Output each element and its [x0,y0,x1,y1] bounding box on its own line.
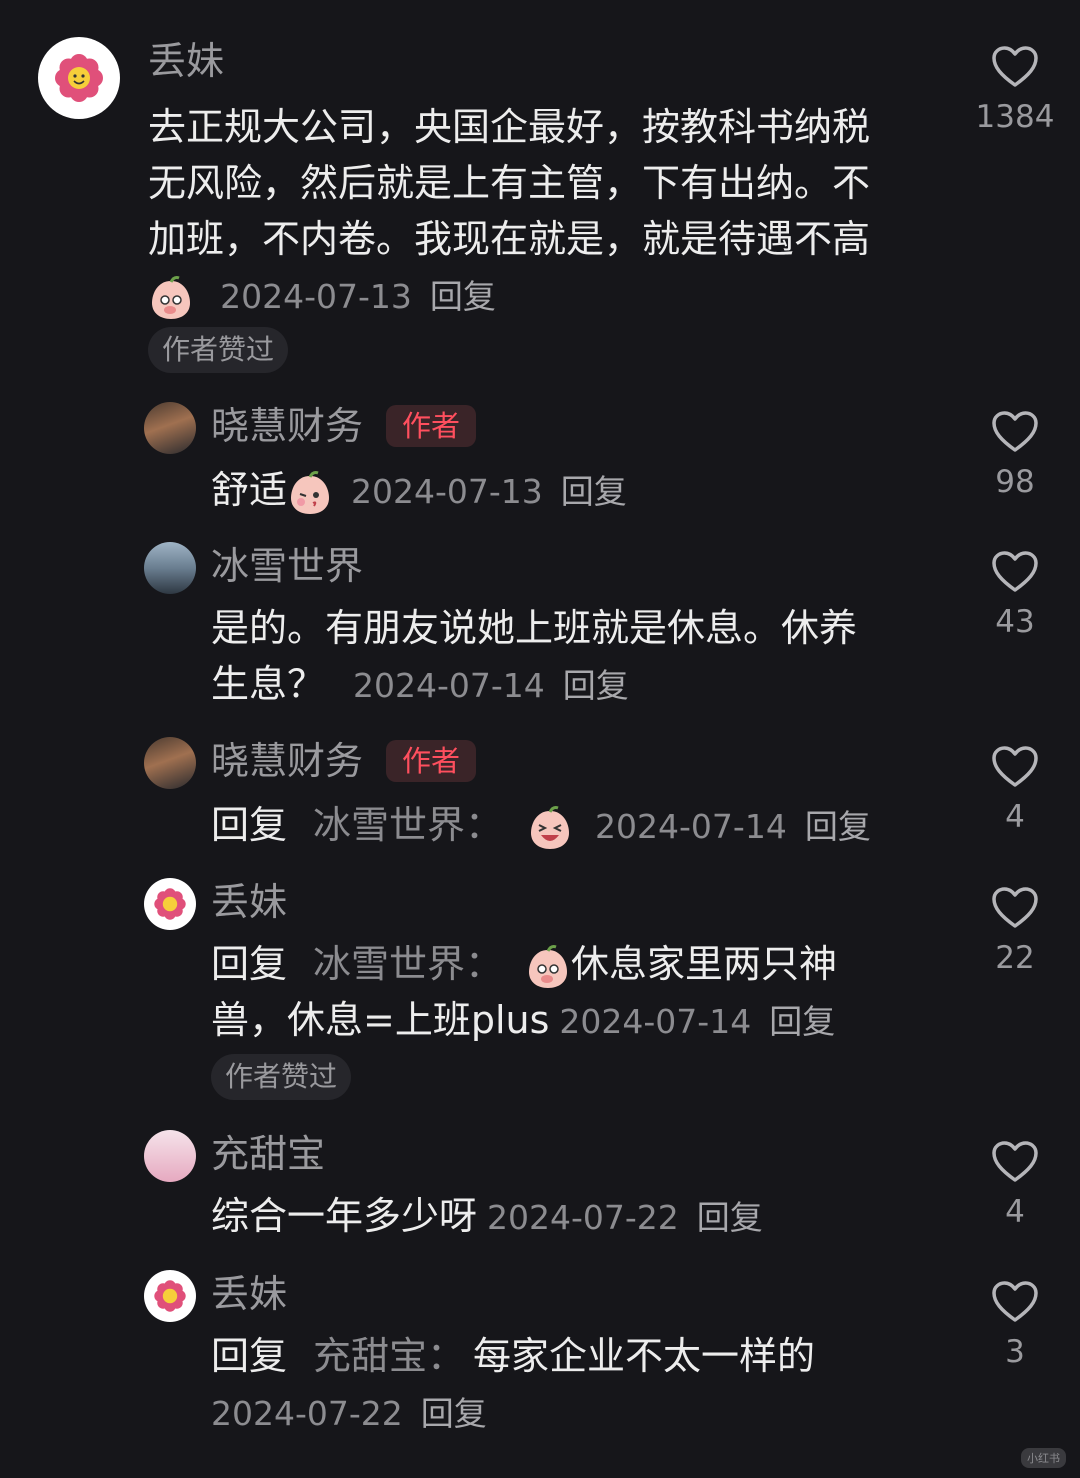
heart-icon [992,1281,1038,1322]
comment-text-line: 回复 冰雪世界： 休息家里两只神 [211,936,837,992]
heart-icon [992,551,1038,592]
comment-text-line: 回复 充甜宝： 每家企业不太一样的 [211,1328,815,1384]
comment-text-content: 休息家里两只神 [571,942,838,986]
reply-button[interactable]: 回复 [769,1002,835,1041]
like-count: 4 [1005,1194,1025,1230]
heart-icon [992,46,1038,87]
comment-6: 充甜宝 综合一年多少呀 2024-07-22 回复 4 [0,1130,1080,1250]
avatar[interactable] [144,1130,196,1182]
comment-text-content: 综合一年多少呀 [211,1194,478,1238]
comment-4: 晓慧财务 作者 回复 冰雪世界： 2024-07-14 回复 4 [0,737,1080,857]
comment-date: 2024-07-13 [220,277,412,316]
comment-text-content: 舒适 [211,468,288,512]
avatar[interactable] [144,878,196,930]
reply-button[interactable]: 回复 [561,472,627,511]
reply-target[interactable]: 充甜宝： [313,1334,465,1378]
comment-text-line: 2024-07-22 回复 [211,1384,815,1442]
comment-text-content: 兽，休息=上班plus [211,998,550,1042]
comment-meta-row: 2024-07-13 回复 [148,267,496,325]
username[interactable]: 丢妹 [211,1272,287,1316]
author-liked-badge: 作者赞过 [148,327,289,373]
username[interactable]: 冰雪世界 [211,544,363,588]
comment-text: 是的。有朋友说她上班就是休息。休养 生息？ 2024-07-14 回复 [211,600,857,714]
comment-text-content: 生息？ [211,662,326,706]
comment-text: 回复 冰雪世界： 休息家里两只神 兽，休息=上班plus 2024-07-14 回复 [211,936,837,1050]
flower-icon [154,1280,186,1312]
like-count: 1384 [975,99,1055,135]
avatar[interactable] [38,37,120,119]
comment-date: 2024-07-22 [487,1198,679,1237]
comment-text-line: 生息？ 2024-07-14 回复 [211,656,857,714]
flower-icon [55,54,103,102]
reply-prefix: 回复 [211,803,288,847]
comment-text: 综合一年多少呀 2024-07-22 回复 [211,1188,763,1246]
reply-button[interactable]: 回复 [697,1198,763,1237]
comment-text-content: 每家企业不太一样的 [473,1334,816,1378]
username[interactable]: 晓慧财务 [211,739,363,783]
heart-icon [992,887,1038,928]
like-button[interactable]: 22 [980,886,1050,976]
like-button[interactable]: 4 [980,1140,1050,1230]
comment-date: 2024-07-14 [559,1002,752,1041]
comment-text: 舒适 2024-07-13 回复 [211,462,627,520]
username[interactable]: 充甜宝 [211,1132,325,1176]
like-count: 43 [995,604,1035,640]
peach-laughing-emoji-icon [531,805,570,849]
like-count: 98 [995,464,1035,500]
comment-text: 去正规大公司，央国企最好，按教科书纳税 无风险，然后就是上有主管，下有出纳。不 … [148,99,870,267]
reply-button[interactable]: 回复 [805,807,871,846]
author-liked-badge: 作者赞过 [211,1054,352,1100]
comment-text-line: 兽，休息=上班plus 2024-07-14 回复 [211,992,837,1050]
reply-target[interactable]: 冰雪世界： [313,803,503,847]
username[interactable]: 丢妹 [148,39,224,83]
comment-3: 冰雪世界 是的。有朋友说她上班就是休息。休养 生息？ 2024-07-14 回复 4… [0,542,1080,712]
comment-text: 回复 充甜宝： 每家企业不太一样的 2024-07-22 回复 [211,1328,815,1442]
like-count: 22 [995,940,1035,976]
reply-target[interactable]: 冰雪世界： [313,942,503,986]
comment-date: 2024-07-22 [211,1394,403,1433]
reply-button[interactable]: 回复 [430,277,496,316]
like-button[interactable]: 43 [980,550,1050,640]
reply-prefix: 回复 [211,942,288,986]
comment-date: 2024-07-14 [595,807,787,846]
like-button[interactable]: 1384 [976,45,1054,135]
author-tag: 作者 [386,405,477,447]
username[interactable]: 丢妹 [211,880,287,924]
heart-icon [992,1141,1038,1182]
like-button[interactable]: 3 [980,1280,1050,1370]
avatar[interactable] [144,1270,196,1322]
comment-date: 2024-07-13 [351,472,543,511]
comment-5: 丢妹 回复 冰雪世界： 休息家里两只神 兽，休息=上班plus 2024-07-14… [0,878,1080,1108]
like-button[interactable]: 4 [980,745,1050,835]
comment-text-line: 去正规大公司，央国企最好，按教科书纳税 [148,105,871,149]
avatar[interactable] [144,402,196,454]
comment-text-line: 是的。有朋友说她上班就是休息。休养 [211,606,858,650]
comment-7: 丢妹 回复 充甜宝： 每家企业不太一样的 2024-07-22 回复 3 [0,1270,1080,1450]
comment-1: 丢妹 去正规大公司，央国企最好，按教科书纳税 无风险，然后就是上有主管，下有出纳… [0,37,1080,377]
peach-kiss-emoji-icon [291,470,330,514]
like-button[interactable]: 98 [980,410,1050,500]
reply-button[interactable]: 回复 [563,666,629,705]
heart-icon [992,746,1038,787]
author-tag: 作者 [386,740,477,782]
peach-thinking-emoji-icon [152,275,190,319]
comment-2: 晓慧财务 作者 舒适 2024-07-13 回复 98 [0,402,1080,522]
comment-date: 2024-07-14 [353,666,545,705]
avatar[interactable] [144,542,196,594]
username[interactable]: 晓慧财务 [211,404,363,448]
flower-icon [154,888,186,920]
peach-thinking-emoji-icon [529,944,568,988]
like-count: 3 [1005,1334,1025,1370]
watermark: 小红书 [1021,1448,1066,1468]
comment-text-line: 加班，不内卷。我现在就是，就是待遇不高 [148,217,871,261]
comment-text-line: 无风险，然后就是上有主管，下有出纳。不 [148,161,871,205]
reply-button[interactable]: 回复 [421,1394,487,1433]
like-count: 4 [1005,799,1025,835]
avatar[interactable] [144,737,196,789]
heart-icon [992,411,1038,452]
reply-prefix: 回复 [211,1334,288,1378]
comment-text: 回复 冰雪世界： 2024-07-14 回复 [211,797,871,855]
